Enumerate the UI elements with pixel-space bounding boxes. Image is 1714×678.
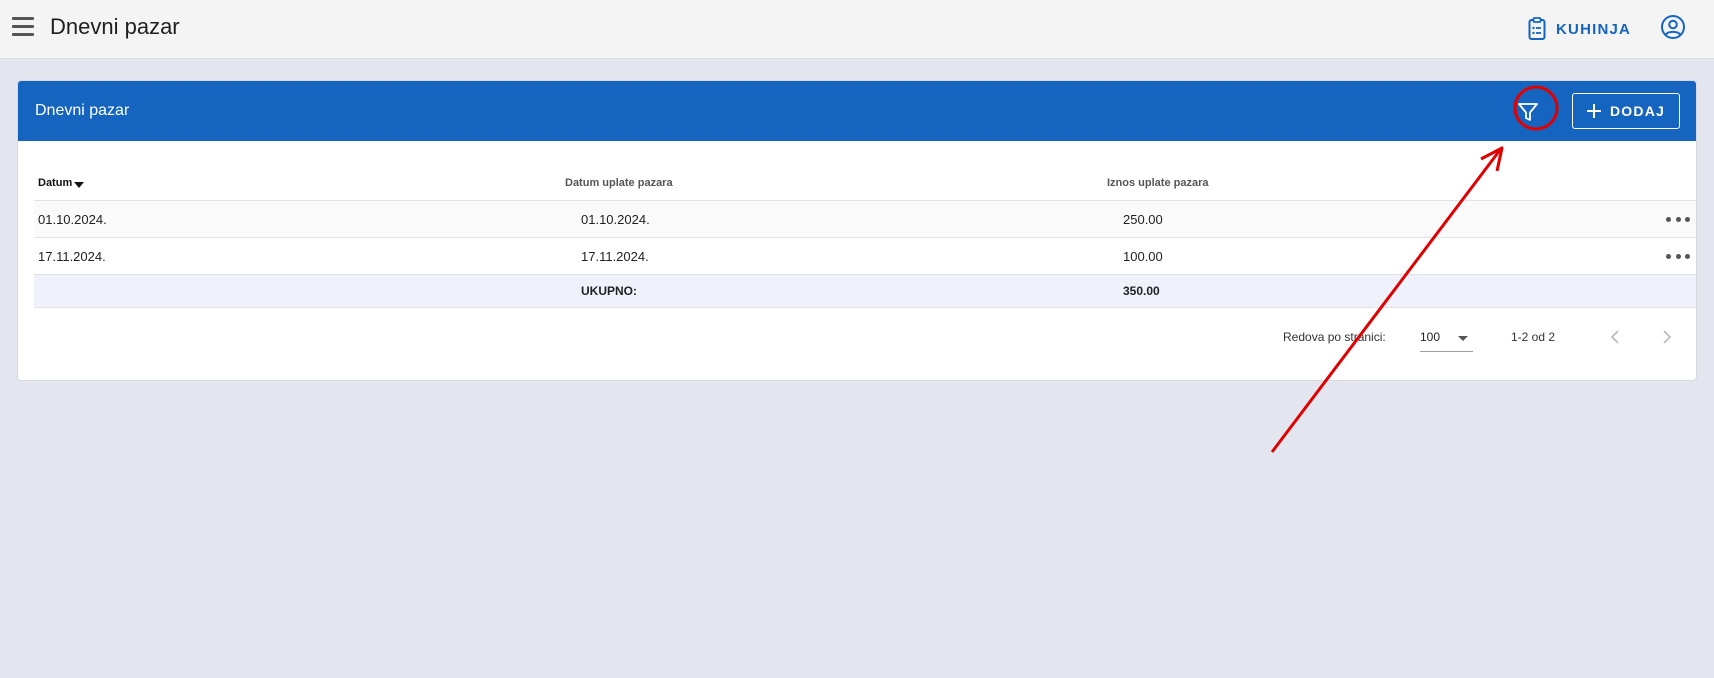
more-horizontal-icon[interactable] (1666, 213, 1690, 225)
account-circle-icon (1661, 15, 1685, 39)
cell-datum: 17.11.2024. (38, 249, 106, 264)
total-value: 350.00 (1123, 284, 1160, 298)
card-header: Dnevni pazar DODAJ (18, 81, 1696, 141)
table-row[interactable]: 01.10.2024. 01.10.2024. 250.00 (34, 201, 1696, 237)
rows-per-page-select[interactable]: 100 (1420, 325, 1473, 352)
clipboard-list-icon (1528, 17, 1546, 40)
hamburger-icon[interactable] (12, 17, 34, 37)
chevron-down-icon (1458, 336, 1468, 341)
cell-iznos: 100.00 (1123, 249, 1163, 264)
cell-iznos: 250.00 (1123, 212, 1163, 227)
card-title: Dnevni pazar (35, 102, 130, 119)
account-button[interactable] (1660, 14, 1686, 40)
add-button-label: DODAJ (1609, 103, 1665, 119)
cell-datum-uplate: 01.10.2024. (581, 212, 650, 227)
filter-icon (1518, 103, 1538, 121)
app-title: Dnevni pazar (50, 14, 180, 39)
add-button[interactable]: DODAJ (1572, 93, 1680, 129)
column-header-iznos[interactable]: Iznos uplate pazara (1107, 177, 1208, 189)
rows-per-page-label: Redova po stranici: (1283, 330, 1386, 344)
column-header-datum-label: Datum (38, 177, 73, 189)
previous-page-button[interactable] (1604, 325, 1628, 349)
filter-button[interactable] (1514, 98, 1542, 126)
more-horizontal-icon[interactable] (1666, 250, 1690, 262)
app-bar: Dnevni pazar KUHINJA (0, 0, 1714, 59)
kuhinja-button[interactable]: KUHINJA (1528, 14, 1631, 44)
cell-datum: 01.10.2024. (38, 212, 107, 227)
next-page-button[interactable] (1654, 325, 1678, 349)
sort-desc-icon (74, 181, 85, 188)
table-row[interactable]: 17.11.2024. 17.11.2024. 100.00 (34, 238, 1696, 274)
daily-revenue-card: Dnevni pazar DODAJ Datum Datum uplate pa… (17, 80, 1697, 381)
pagination-range: 1-2 od 2 (1511, 330, 1556, 344)
total-label: UKUPNO: (581, 284, 637, 298)
chevron-right-icon (1663, 330, 1672, 344)
rows-per-page-value: 100 (1420, 330, 1441, 344)
kuhinja-label: KUHINJA (1556, 20, 1632, 38)
column-header-datum[interactable]: Datum (38, 177, 85, 189)
total-row: UKUPNO: 350.00 (34, 275, 1696, 307)
total-divider (34, 307, 1696, 308)
plus-icon (1586, 104, 1601, 118)
chevron-left-icon (1610, 330, 1619, 344)
cell-datum-uplate: 17.11.2024. (581, 249, 649, 264)
column-header-datum-uplate[interactable]: Datum uplate pazara (565, 177, 673, 189)
